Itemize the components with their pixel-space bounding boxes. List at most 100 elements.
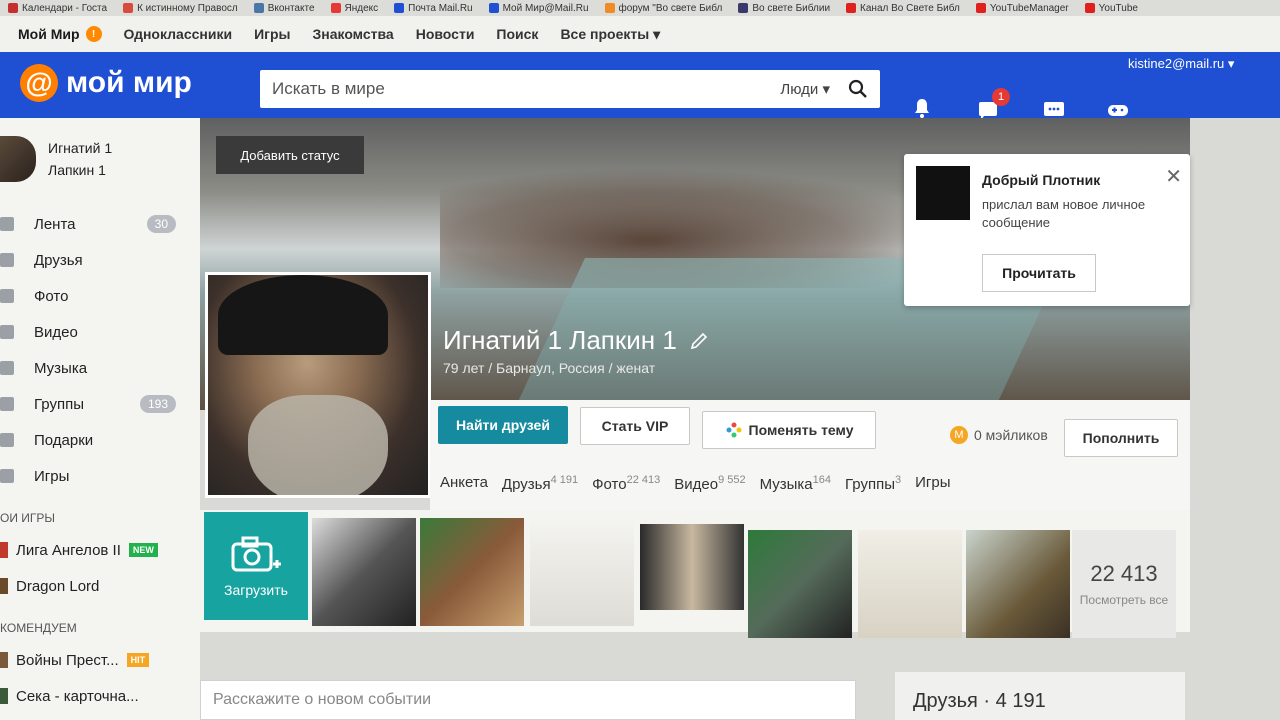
bookmarks-bar: Календари - Госта К истинному Правосл Вк…: [0, 0, 1280, 16]
upload-photo-button[interactable]: Загрузить: [204, 512, 308, 620]
edit-pencil-icon[interactable]: [689, 331, 709, 351]
site-header: @ мой мир Искать в мире Люди ▾ 1 kistine…: [0, 52, 1280, 120]
profile-info: 79 лет / Барнаул, Россия / женат: [443, 360, 656, 376]
recommended-item[interactable]: Сека - карточна...: [0, 678, 180, 714]
tab-video[interactable]: Видео9 552: [674, 474, 745, 493]
sidebar-item-music[interactable]: Музыка: [0, 350, 180, 386]
bookmark[interactable]: Мой Мир@Mail.Ru: [488, 3, 589, 14]
message-notification[interactable]: Добрый Плотник прислал вам новое личное …: [904, 154, 1190, 306]
tab-groups[interactable]: Группы3: [845, 474, 901, 493]
notification-text: прислал вам новое личное сообщение: [982, 197, 1146, 230]
sender-avatar[interactable]: [916, 166, 970, 220]
find-friends-button[interactable]: Найти друзей: [438, 406, 568, 444]
friends-widget-title[interactable]: Друзья · 4 191: [895, 672, 1185, 720]
close-icon[interactable]: ✕: [1165, 164, 1182, 189]
game-icon: [0, 652, 8, 668]
portal-brand[interactable]: Мой Мир!: [18, 26, 102, 42]
sidebar-user[interactable]: Игнатий 1 Лапкин 1: [0, 136, 112, 182]
bookmark[interactable]: Почта Mail.Ru: [394, 3, 473, 14]
friends-icon: [0, 253, 14, 267]
tab-friends[interactable]: Друзья4 191: [502, 474, 578, 493]
youtube-icon: [1084, 3, 1095, 13]
add-status-tooltip[interactable]: Добавить статус: [216, 136, 364, 174]
tab-profile[interactable]: Анкета: [440, 474, 488, 493]
tab-games[interactable]: Игры: [915, 474, 950, 493]
become-vip-button[interactable]: Стать VIP: [580, 407, 690, 445]
search-icon[interactable]: [848, 79, 868, 99]
sidebar-item-photo[interactable]: Фото: [0, 278, 180, 314]
sidebar-item-gifts[interactable]: Подарки: [0, 422, 180, 458]
palette-icon: [726, 422, 742, 438]
post-composer-input[interactable]: Расскажите о новом событии: [200, 680, 856, 720]
notification-sender[interactable]: Добрый Плотник: [982, 172, 1100, 188]
bookmark[interactable]: К истинному Правосл: [123, 3, 238, 14]
bookmark[interactable]: YouTubeManager: [975, 3, 1069, 14]
feed-icon: [0, 217, 14, 231]
camera-plus-icon: [231, 536, 281, 572]
sidebar-item-friends[interactable]: Друзья: [0, 242, 180, 278]
bookmark[interactable]: форум "Во свете Библ: [604, 3, 722, 14]
bookmark[interactable]: Канал Во Свете Библ: [846, 3, 960, 14]
portal-link-ok[interactable]: Одноклассники: [124, 26, 233, 42]
games-icon: [0, 469, 14, 483]
game-icon: [0, 688, 8, 704]
vk-icon: [253, 3, 264, 13]
read-message-button[interactable]: Прочитать: [982, 254, 1096, 292]
profile-photo[interactable]: [205, 272, 431, 498]
bookmark[interactable]: Календари - Госта: [8, 3, 107, 14]
search-bar[interactable]: Искать в мире Люди ▾: [260, 70, 880, 108]
yandex-icon: [330, 3, 341, 13]
sidebar-item-groups[interactable]: Группы 193: [0, 386, 180, 422]
mymir-icon: [488, 3, 499, 13]
gallery-photo[interactable]: [312, 518, 416, 626]
tab-photo[interactable]: Фото22 413: [592, 474, 660, 493]
new-tag: NEW: [128, 543, 158, 557]
photo-icon: [0, 289, 14, 303]
hit-tag: HIT: [126, 653, 150, 667]
portal-link-games[interactable]: Игры: [254, 26, 290, 42]
my-games-heading: ОИ ИГРЫ: [0, 511, 56, 525]
recommended-item[interactable]: Войны Прест... HIT: [0, 642, 180, 678]
brand-badge: !: [85, 26, 102, 42]
portal-link-all-projects[interactable]: Все проекты ▾: [560, 26, 660, 43]
portal-bar: Мой Мир! Одноклассники Игры Знакомства Н…: [0, 16, 1280, 52]
portal-link-dating[interactable]: Знакомства: [312, 26, 393, 42]
sidebar-item-games[interactable]: Игры: [0, 458, 180, 494]
bookmark-icon: [8, 3, 18, 13]
tab-music[interactable]: Музыка164: [760, 474, 831, 493]
user-email-menu[interactable]: kistine2@mail.ru ▾: [1128, 56, 1234, 72]
change-theme-button[interactable]: Поменять тему: [702, 411, 876, 449]
avatar[interactable]: [0, 136, 36, 182]
groups-icon: [0, 397, 14, 411]
portal-link-search[interactable]: Поиск: [496, 26, 538, 42]
gallery-photo[interactable]: [966, 530, 1070, 638]
site-icon: [738, 3, 749, 13]
bookmark[interactable]: YouTube: [1084, 3, 1138, 14]
bookmark[interactable]: Яндекс: [330, 3, 378, 14]
sidebar-item-feed[interactable]: Лента 30: [0, 206, 180, 242]
mymir-logo[interactable]: @ мой мир: [20, 64, 192, 102]
view-all-photos[interactable]: 22 413 Посмотреть все: [1072, 530, 1176, 638]
feed-count: 30: [146, 215, 176, 233]
game-icon: [0, 542, 8, 558]
gallery-photo[interactable]: [858, 530, 962, 638]
bell-icon[interactable]: [910, 96, 934, 120]
bookmark[interactable]: Вконтакте: [253, 3, 315, 14]
topup-button[interactable]: Пополнить: [1064, 419, 1178, 457]
groups-count: 193: [139, 395, 176, 413]
gallery-photo[interactable]: [530, 518, 634, 626]
mailiki-balance: M 0 мэйликов: [950, 426, 1048, 444]
game-item[interactable]: Dragon Lord: [0, 568, 180, 604]
game-item[interactable]: Лига Ангелов II NEW: [0, 532, 180, 568]
bookmark[interactable]: Во свете Библии: [738, 3, 830, 14]
search-scope-dropdown[interactable]: Люди ▾: [780, 80, 830, 98]
gallery-photo[interactable]: [420, 518, 524, 626]
youtube-icon: [975, 3, 986, 13]
gallery-photo[interactable]: [748, 530, 852, 638]
photo-hat: [218, 275, 388, 355]
profile-tabs: Анкета Друзья4 191 Фото22 413 Видео9 552…: [440, 474, 951, 493]
sidebar-item-video[interactable]: Видео: [0, 314, 180, 350]
search-input[interactable]: Искать в мире: [272, 79, 780, 99]
portal-link-news[interactable]: Новости: [416, 26, 475, 42]
gallery-photo[interactable]: [640, 524, 744, 610]
